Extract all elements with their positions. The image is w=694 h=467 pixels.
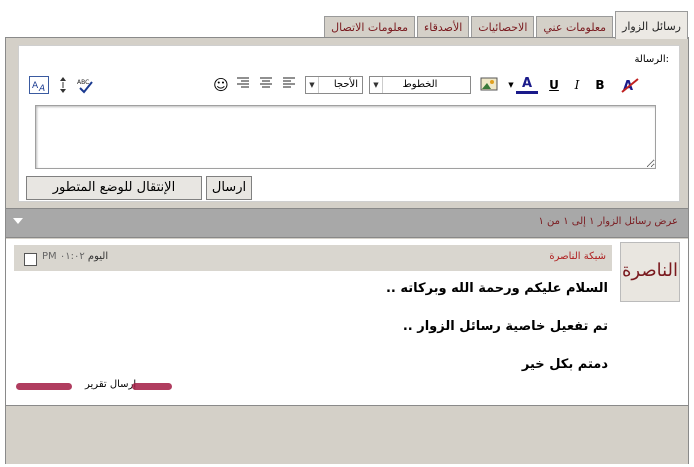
font-family-value: الخطوط xyxy=(402,79,438,90)
spellcheck-icon[interactable]: ABC xyxy=(75,76,95,94)
chevron-down-icon: ▼ xyxy=(370,77,383,93)
message-date: اليوم ٠١:٠٢ PM xyxy=(42,251,108,262)
align-right-icon[interactable] xyxy=(235,76,251,94)
font-size-value: الأحجا xyxy=(333,79,358,90)
align-left-icon[interactable] xyxy=(281,76,297,94)
message-meta-bar: شبكة الناصرة اليوم ٠١:٠٢ PM xyxy=(14,245,612,271)
tab-contact-info[interactable]: معلومات الاتصال xyxy=(324,16,416,38)
resize-editor-icon[interactable] xyxy=(57,76,69,94)
tab-friends[interactable]: الأصدقاء xyxy=(417,16,470,38)
toggle-editor-mode-icon[interactable]: AA xyxy=(29,76,49,94)
collapse-triangle-icon xyxy=(13,218,23,224)
select-checkbox[interactable] xyxy=(24,253,37,266)
font-size-select[interactable]: ▼ الأحجا xyxy=(305,76,363,94)
align-center-icon[interactable] xyxy=(258,76,274,94)
report-link[interactable]: إرسال تقرير xyxy=(85,379,136,390)
bold-button[interactable]: B xyxy=(591,76,609,94)
message-line-3: دمتم بكل خير xyxy=(521,357,608,372)
footer-area xyxy=(6,405,688,464)
svg-text:A: A xyxy=(32,81,39,91)
font-color-dropdown-icon[interactable]: ▼ xyxy=(507,76,515,94)
date-text: اليوم xyxy=(87,251,109,262)
message-line-1: السلام عليكم ورحمة الله وبركاته .. xyxy=(385,281,608,296)
tab-bar: رسائل الزوار معلومات عني الاحصائيات الأص… xyxy=(322,10,688,39)
collapse-toggle[interactable] xyxy=(10,214,26,230)
font-family-select[interactable]: ▼ الخطوط xyxy=(369,76,471,94)
profile-panel: الرسالة: AA ABC ☺ ▼ الأحجا ▼ الخطوط ▼ A … xyxy=(5,37,689,464)
remove-format-icon[interactable]: A xyxy=(619,76,641,94)
italic-button[interactable]: I xyxy=(568,76,586,94)
message-label: الرسالة: xyxy=(634,54,669,65)
message-actions: إرسال تقرير xyxy=(16,379,176,395)
message-editor[interactable] xyxy=(35,105,656,169)
message-line-2: تم تفعيل خاصية رسائل الزوار .. xyxy=(402,319,608,334)
tab-visitor-messages[interactable]: رسائل الزوار xyxy=(615,11,688,39)
svg-text:ABC: ABC xyxy=(77,79,89,86)
messages-header: عرض رسائل الزوار ١ إلى ١ من ١ xyxy=(6,208,688,238)
tab-about-me[interactable]: معلومات عني xyxy=(536,16,614,38)
advanced-mode-button[interactable]: الإنتقال للوضع المتطور xyxy=(26,176,202,200)
send-button[interactable]: ارسال xyxy=(206,176,252,200)
avatar-text: الناصرة xyxy=(621,260,679,281)
editor-toolbar: AA ABC ☺ ▼ الأحجا ▼ الخطوط ▼ A U I B xyxy=(29,74,669,98)
redacted-link xyxy=(132,383,172,390)
svg-text:A: A xyxy=(38,84,45,93)
redacted-link xyxy=(16,383,72,390)
chevron-down-icon: ▼ xyxy=(306,77,319,93)
smiley-icon[interactable]: ☺ xyxy=(212,76,230,94)
visitor-message: الناصرة شبكة الناصرة اليوم ٠١:٠٢ PM السل… xyxy=(6,239,688,405)
time-text: ٠١:٠٢ PM xyxy=(42,251,85,262)
font-color-button[interactable]: A xyxy=(516,76,538,94)
tab-statistics[interactable]: الاحصائيات xyxy=(471,16,535,38)
avatar[interactable]: الناصرة xyxy=(620,242,680,302)
messages-count-text: عرض رسائل الزوار ١ إلى ١ من ١ xyxy=(538,216,679,227)
underline-button[interactable]: U xyxy=(545,76,563,94)
insert-image-icon[interactable] xyxy=(479,76,499,94)
author-link[interactable]: شبكة الناصرة xyxy=(549,251,606,262)
